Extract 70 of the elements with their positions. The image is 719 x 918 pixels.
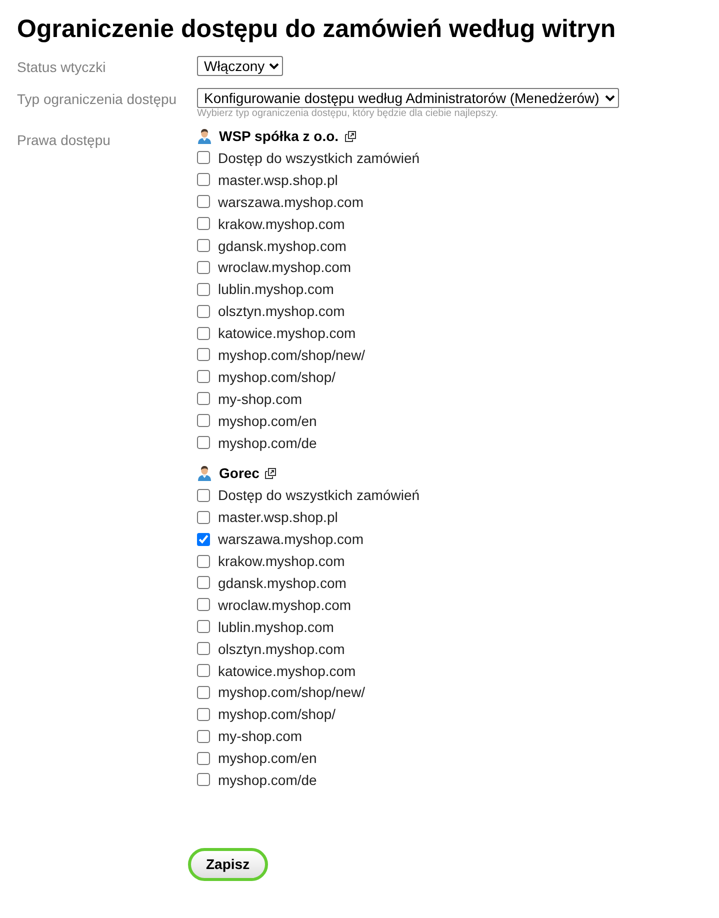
checkbox-label: katowice.myshop.com: [218, 662, 356, 680]
checkbox[interactable]: [197, 151, 210, 164]
field-label: Typ ograniczenia dostępu: [17, 90, 177, 108]
dropdown-select[interactable]: Włączony: [197, 56, 283, 76]
checkbox-label: krakow.myshop.com: [218, 552, 345, 570]
checkbox-label: myshop.com/shop/new/: [218, 346, 366, 364]
checkbox[interactable]: [197, 730, 210, 743]
checkbox[interactable]: [197, 620, 210, 634]
checkbox-label: myshop.com/shop/new/: [218, 683, 366, 702]
save-button[interactable]: Zapisz: [188, 848, 268, 881]
checkbox-label: myshop.com/en: [218, 749, 317, 768]
checkbox[interactable]: [197, 217, 210, 230]
field-hint: Wybierz typ ograniczenia dostępu, który będzie dla ciebie najlepszy.: [197, 108, 498, 120]
field-label: Prawa dostępu: [17, 131, 110, 149]
checkbox[interactable]: [197, 414, 210, 428]
checkbox-label: myshop.com/shop/: [218, 368, 336, 386]
checkbox-label: Dostęp do wszystkich zamówień: [218, 148, 420, 167]
checkbox[interactable]: [197, 304, 210, 318]
checkbox-label: master.wsp.shop.pl: [218, 170, 338, 189]
user-name: WSP spółka z o.o.: [219, 127, 339, 145]
checkbox[interactable]: [197, 348, 210, 362]
checkbox-label: gdansk.myshop.com: [218, 574, 346, 592]
checkbox[interactable]: [197, 370, 210, 384]
checkbox[interactable]: [197, 436, 210, 450]
checkbox-label: katowice.myshop.com: [218, 324, 356, 342]
checkbox-label: olsztyn.myshop.com: [218, 640, 345, 658]
checkbox-label: olsztyn.myshop.com: [218, 302, 345, 320]
checkbox[interactable]: [197, 532, 210, 546]
checkbox-label: my-shop.com: [218, 727, 302, 746]
checkbox-label: krakow.myshop.com: [218, 214, 345, 233]
user-icon: [197, 465, 212, 482]
checkbox[interactable]: [197, 239, 210, 252]
checkbox[interactable]: [197, 173, 210, 186]
checkbox[interactable]: [197, 773, 210, 786]
checkbox[interactable]: [197, 598, 210, 612]
checkbox-label: gdansk.myshop.com: [218, 236, 346, 254]
checkbox-label: Dostęp do wszystkich zamówień: [218, 486, 420, 504]
checkbox-label: myshop.com/en: [218, 412, 317, 430]
checkbox-label: master.wsp.shop.pl: [218, 508, 338, 526]
page-title: Ograniczenie dostępu do zamówień według witryn: [17, 14, 617, 45]
user-icon: [197, 128, 212, 144]
checkbox-label: wroclaw.myshop.com: [218, 258, 352, 276]
checkbox[interactable]: [197, 326, 210, 340]
checkbox[interactable]: [197, 392, 210, 406]
dropdown-select[interactable]: Konfigurowanie dostępu według Administratorów (Menedżerów): [197, 88, 619, 108]
checkbox-label: lublin.myshop.com: [218, 618, 334, 636]
checkbox[interactable]: [197, 576, 210, 590]
checkbox[interactable]: [197, 282, 210, 296]
checkbox[interactable]: [197, 260, 210, 274]
checkbox[interactable]: [197, 488, 210, 502]
new-window-icon[interactable]: [344, 130, 356, 142]
checkbox-label: myshop.com/de: [218, 770, 317, 789]
checkbox-label: warszawa.myshop.com: [218, 530, 364, 548]
checkbox[interactable]: [197, 195, 210, 208]
checkbox-label: wroclaw.myshop.com: [218, 596, 352, 614]
checkbox-label: myshop.com/de: [218, 434, 317, 452]
field-label: Status wtyczki: [17, 58, 106, 76]
checkbox-label: my-shop.com: [218, 390, 302, 408]
checkbox[interactable]: [197, 686, 210, 699]
checkbox[interactable]: [197, 664, 210, 678]
checkbox[interactable]: [197, 554, 210, 568]
checkbox-label: myshop.com/shop/: [218, 705, 336, 724]
checkbox[interactable]: [197, 642, 210, 656]
checkbox[interactable]: [197, 708, 210, 721]
checkbox-label: lublin.myshop.com: [218, 280, 334, 298]
new-window-icon[interactable]: [265, 468, 276, 479]
checkbox[interactable]: [197, 510, 210, 524]
checkbox-label: warszawa.myshop.com: [218, 192, 364, 211]
user-name: Gorec: [219, 464, 260, 482]
checkbox[interactable]: [197, 752, 210, 765]
